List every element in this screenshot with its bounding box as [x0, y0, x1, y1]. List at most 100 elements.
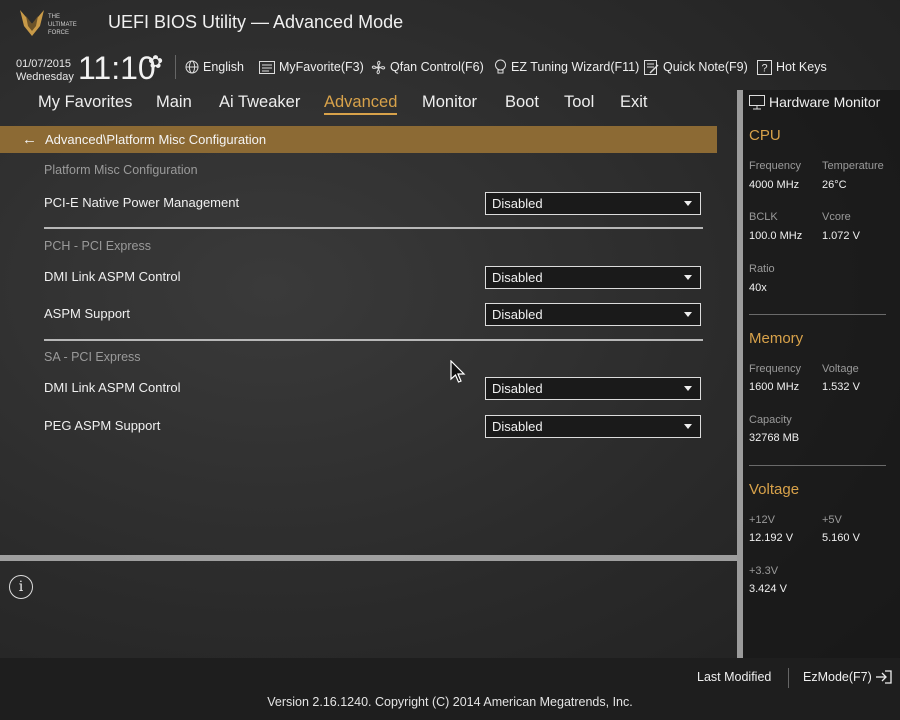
ratio-label: Ratio — [749, 263, 775, 275]
ratio-value: 40x — [749, 282, 767, 294]
select-value: Disabled — [492, 381, 543, 396]
setting-label-sa-dmi-aspm: DMI Link ASPM Control — [44, 380, 181, 395]
globe-icon — [185, 60, 199, 74]
language-button[interactable]: English — [185, 56, 244, 78]
main-nav: My Favorites Main Ai Tweaker Advanced Mo… — [0, 90, 737, 118]
cpu-temperature-label: Temperature — [822, 160, 884, 172]
language-label: English — [203, 60, 244, 74]
hw-section-divider — [749, 465, 886, 466]
quick-note-button[interactable]: Quick Note(F9) — [644, 56, 748, 78]
hardware-monitor-title: Hardware Monitor — [749, 94, 880, 110]
section-title-sa: SA - PCI Express — [44, 350, 141, 364]
tab-boot[interactable]: Boot — [505, 93, 539, 112]
vcore-label: Vcore — [822, 211, 851, 223]
back-arrow-icon[interactable]: ← — [22, 131, 37, 148]
gear-icon[interactable]: ✿ — [148, 52, 163, 73]
section-title-platform: Platform Misc Configuration — [44, 163, 198, 177]
memory-capacity-value: 32768 MB — [749, 432, 800, 444]
setting-label-peg-aspm: PEG ASPM Support — [44, 418, 161, 433]
svg-text:FORCE: FORCE — [48, 30, 69, 36]
cpu-frequency-label: Frequency — [749, 160, 801, 172]
chevron-down-icon — [684, 386, 692, 391]
aspm-support-select[interactable]: Disabled — [485, 303, 701, 326]
tab-monitor[interactable]: Monitor — [422, 93, 477, 112]
cpu-section-title: CPU — [749, 127, 781, 144]
hw-section-divider — [749, 314, 886, 315]
myfavorite-label: MyFavorite(F3) — [279, 60, 364, 74]
tab-my-favorites[interactable]: My Favorites — [38, 93, 132, 112]
favorite-list-icon — [259, 60, 275, 74]
memory-voltage-label: Voltage — [822, 363, 859, 375]
toolbar-divider — [175, 55, 176, 79]
last-modified-button[interactable]: Last Modified — [697, 670, 771, 684]
ez-tuning-label: EZ Tuning Wizard(F11) — [511, 60, 640, 74]
setting-label-pcie-native-power: PCI-E Native Power Management — [44, 195, 240, 210]
note-icon — [644, 59, 659, 75]
chevron-down-icon — [684, 201, 692, 206]
ez-tuning-wizard-button[interactable]: EZ Tuning Wizard(F11) — [494, 56, 639, 78]
time-display: 11:10 — [78, 50, 156, 86]
svg-text:?: ? — [761, 62, 767, 74]
select-value: Disabled — [492, 270, 543, 285]
memory-capacity-label: Capacity — [749, 414, 792, 426]
section-divider — [44, 227, 703, 229]
footer-divider — [788, 668, 789, 688]
help-divider — [0, 555, 737, 561]
myfavorite-button[interactable]: MyFavorite(F3) — [259, 56, 364, 78]
version-text: Version 2.16.1240. Copyright (C) 2014 Am… — [267, 695, 633, 709]
chevron-down-icon — [684, 424, 692, 429]
ezmode-label: EzMode(F7) — [803, 670, 872, 684]
cpu-temperature-value: 26°C — [822, 179, 847, 191]
svg-text:ULTIMATE: ULTIMATE — [48, 22, 77, 28]
hardware-monitor-label: Hardware Monitor — [769, 94, 881, 110]
select-value: Disabled — [492, 307, 543, 322]
tab-main[interactable]: Main — [156, 93, 192, 112]
date-display: 01/07/2015 Wednesday — [16, 58, 74, 84]
svg-text:THE: THE — [48, 14, 60, 20]
monitor-icon — [749, 94, 765, 109]
chevron-down-icon — [684, 275, 692, 280]
peg-aspm-select[interactable]: Disabled — [485, 415, 701, 438]
info-icon: i — [9, 575, 33, 599]
select-value: Disabled — [492, 196, 543, 211]
exit-mode-icon — [875, 670, 892, 684]
hardware-monitor-panel: Hardware Monitor CPU Frequency 4000 MHz … — [743, 90, 900, 658]
bclk-value: 100.0 MHz — [749, 230, 803, 242]
fan-icon — [371, 60, 386, 74]
cpu-frequency-value: 4000 MHz — [749, 179, 800, 191]
chevron-down-icon — [684, 312, 692, 317]
vcore-value: 1.072 V — [822, 230, 860, 242]
tab-tool[interactable]: Tool — [564, 93, 594, 112]
setting-label-aspm-support: ASPM Support — [44, 306, 130, 321]
ezmode-button[interactable]: EzMode(F7) — [803, 670, 892, 684]
section-title-pch: PCH - PCI Express — [44, 239, 151, 253]
v5-value: 5.160 V — [822, 532, 860, 544]
mouse-cursor-icon — [450, 360, 466, 383]
footer: Last Modified EzMode(F7) Version 2.16.12… — [0, 658, 900, 720]
day-text: Wednesday — [16, 71, 74, 83]
v12-value: 12.192 V — [749, 532, 794, 544]
memory-frequency-label: Frequency — [749, 363, 801, 375]
pch-dmi-aspm-select[interactable]: Disabled — [485, 266, 701, 289]
hot-keys-button[interactable]: ? Hot Keys — [757, 56, 827, 78]
hot-keys-label: Hot Keys — [776, 60, 827, 74]
v5-label: +5V — [822, 514, 842, 526]
v33-value: 3.424 V — [749, 583, 787, 595]
tuf-logo: THE ULTIMATE FORCE — [14, 6, 94, 42]
v12-label: +12V — [749, 514, 775, 526]
sa-dmi-aspm-select[interactable]: Disabled — [485, 377, 701, 400]
tab-ai-tweaker[interactable]: Ai Tweaker — [219, 93, 300, 112]
question-icon: ? — [757, 59, 772, 75]
qfan-label: Qfan Control(F6) — [390, 60, 484, 74]
tab-advanced[interactable]: Advanced — [324, 93, 398, 115]
tab-exit[interactable]: Exit — [620, 93, 648, 112]
setting-label-pch-dmi-aspm: DMI Link ASPM Control — [44, 269, 181, 284]
header: THE ULTIMATE FORCE UEFI BIOS Utility — A… — [0, 0, 900, 90]
breadcrumb-text: Advanced\Platform Misc Configuration — [45, 132, 267, 147]
pcie-native-power-select[interactable]: Disabled — [485, 192, 701, 215]
date-text: 01/07/2015 — [16, 58, 72, 70]
voltage-section-title: Voltage — [749, 481, 800, 498]
memory-voltage-value: 1.532 V — [822, 381, 860, 393]
quick-note-label: Quick Note(F9) — [663, 60, 748, 74]
qfan-control-button[interactable]: Qfan Control(F6) — [371, 56, 484, 78]
